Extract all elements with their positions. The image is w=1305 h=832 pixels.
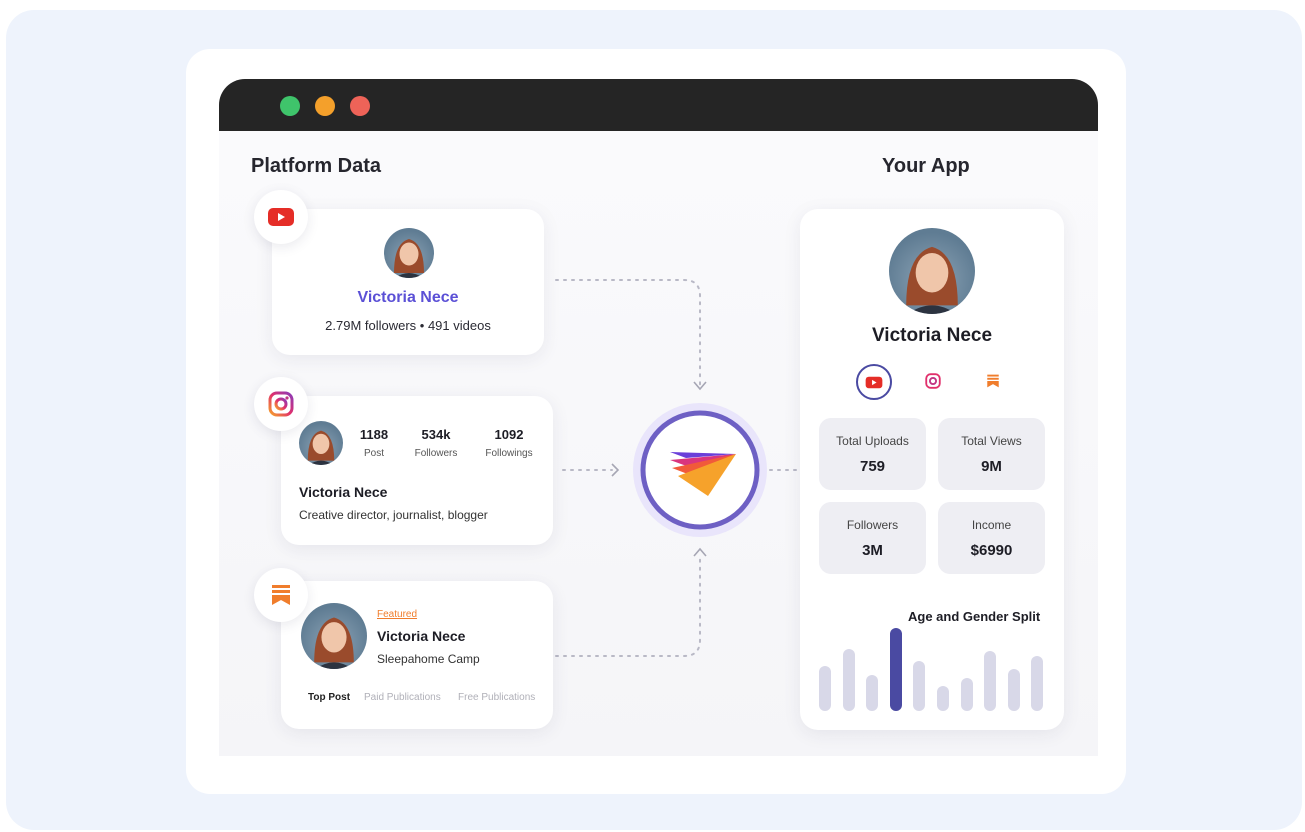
app-name: Victoria Nece: [871, 325, 993, 346]
instagram-badge: [254, 377, 308, 431]
substack-icon: [987, 374, 999, 388]
instagram-icon: [925, 373, 941, 389]
chart-title: Age and Gender Split: [908, 609, 1041, 624]
chart-bar: [890, 628, 902, 711]
chart-bar: [843, 649, 855, 711]
youtube-badge: [254, 190, 308, 244]
instagram-followings-count: 1092: [494, 427, 524, 442]
stat-label: Total Uploads: [836, 434, 909, 448]
youtube-name: Victoria Nece: [357, 289, 459, 306]
tab-free-publications[interactable]: Free Publications: [458, 692, 535, 703]
instagram-post-label: Post: [363, 448, 384, 459]
stat-value: $6990: [970, 542, 1013, 559]
stat-label: Total Views: [961, 434, 1022, 448]
chart-bar: [819, 666, 831, 711]
platform-data-title: Platform Data: [251, 155, 382, 177]
stat-label: Income: [971, 518, 1012, 532]
featured-tag: Featured: [377, 609, 418, 620]
substack-name: Victoria Nece: [377, 628, 466, 644]
youtube-icon: [865, 376, 883, 388]
stat-value: 3M: [862, 542, 883, 559]
chart-bar: [866, 675, 878, 711]
substack-badge: [254, 568, 308, 622]
substack-avatar: [301, 603, 367, 669]
instagram-bio: Creative director, journalist, blogger: [299, 508, 488, 522]
stat-total-uploads: Total Uploads 759: [819, 418, 926, 490]
instagram-post-count: 1188: [359, 427, 389, 442]
chart-bar: [1008, 669, 1020, 711]
instagram-profile-card[interactable]: [281, 396, 553, 545]
youtube-stats: 2.79M followers • 491 videos: [325, 318, 491, 333]
stat-followers: Followers 3M: [819, 502, 926, 574]
tab-top-post[interactable]: Top Post: [308, 692, 350, 703]
your-app-title: Your App: [882, 155, 970, 177]
youtube-avatar: [384, 228, 434, 278]
app-youtube-button[interactable]: [856, 364, 892, 400]
tab-paid-publications[interactable]: Paid Publications: [364, 692, 441, 703]
stat-label: Followers: [846, 518, 899, 532]
connector-lines: [555, 279, 801, 657]
app-substack-button[interactable]: [976, 364, 1010, 398]
chart-bar: [937, 686, 949, 711]
substack-subtitle: Sleepahome Camp: [377, 652, 480, 666]
instagram-followers-count: 534k: [421, 427, 451, 442]
chart-bar: [1031, 656, 1043, 711]
instagram-name: Victoria Nece: [299, 484, 388, 500]
stat-value: 759: [859, 458, 886, 475]
instagram-avatar: [299, 421, 343, 465]
chart-bar: [984, 651, 996, 711]
youtube-icon: [268, 208, 294, 226]
stat-total-views: Total Views 9M: [938, 418, 1045, 490]
chart-bar: [961, 678, 973, 711]
app-avatar: [889, 228, 975, 314]
instagram-icon: [268, 391, 294, 417]
stat-value: 9M: [981, 458, 1002, 475]
stat-income: Income $6990: [938, 502, 1045, 574]
instagram-followings-label: Followings: [485, 448, 533, 459]
hub-logo-icon: [670, 452, 736, 496]
app-instagram-button[interactable]: [916, 364, 950, 398]
chart-bar: [913, 661, 925, 711]
substack-icon: [272, 585, 290, 605]
instagram-followers-label: Followers: [414, 448, 458, 459]
